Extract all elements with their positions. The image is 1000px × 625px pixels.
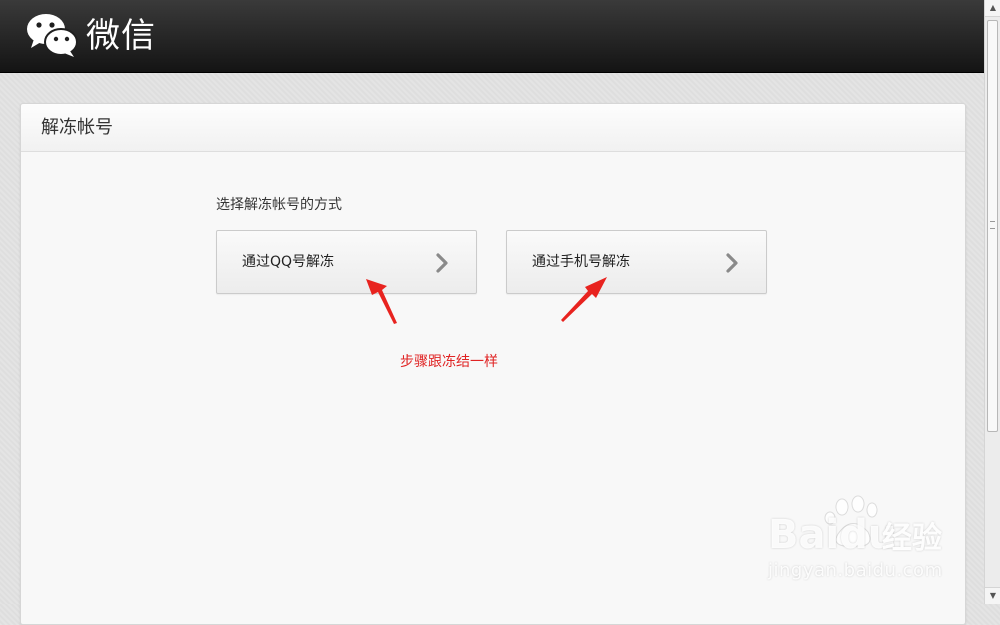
- watermark-suffix: 经验: [882, 521, 942, 556]
- scroll-up-icon[interactable]: ▲: [985, 0, 1000, 17]
- watermark-url: jingyan.baidu.com: [768, 560, 943, 581]
- panel-title: 解冻帐号: [41, 117, 113, 138]
- panel-header: 解冻帐号: [21, 104, 965, 152]
- unfreeze-via-qq-button[interactable]: 通过QQ号解冻: [216, 230, 477, 294]
- unfreeze-via-phone-button[interactable]: 通过手机号解冻: [506, 230, 767, 294]
- option-label: 通过手机号解冻: [532, 254, 630, 270]
- option-label: 通过QQ号解冻: [242, 254, 335, 270]
- vertical-scrollbar[interactable]: ▲ ▼: [984, 0, 1000, 604]
- annotation-text: 步骤跟冻结一样: [400, 354, 498, 370]
- top-bar: 微信: [0, 0, 984, 73]
- section-label: 选择解冻帐号的方式: [216, 197, 342, 213]
- scroll-down-icon[interactable]: ▼: [985, 587, 1000, 604]
- wechat-logo-icon: [27, 14, 78, 57]
- watermark-brand: Baidu: [768, 512, 897, 558]
- chevron-right-icon: [726, 253, 738, 273]
- chevron-right-icon: [436, 253, 448, 273]
- scroll-grip-icon: [990, 221, 995, 229]
- scroll-thumb[interactable]: [987, 20, 998, 432]
- brand-title: 微信: [86, 16, 156, 56]
